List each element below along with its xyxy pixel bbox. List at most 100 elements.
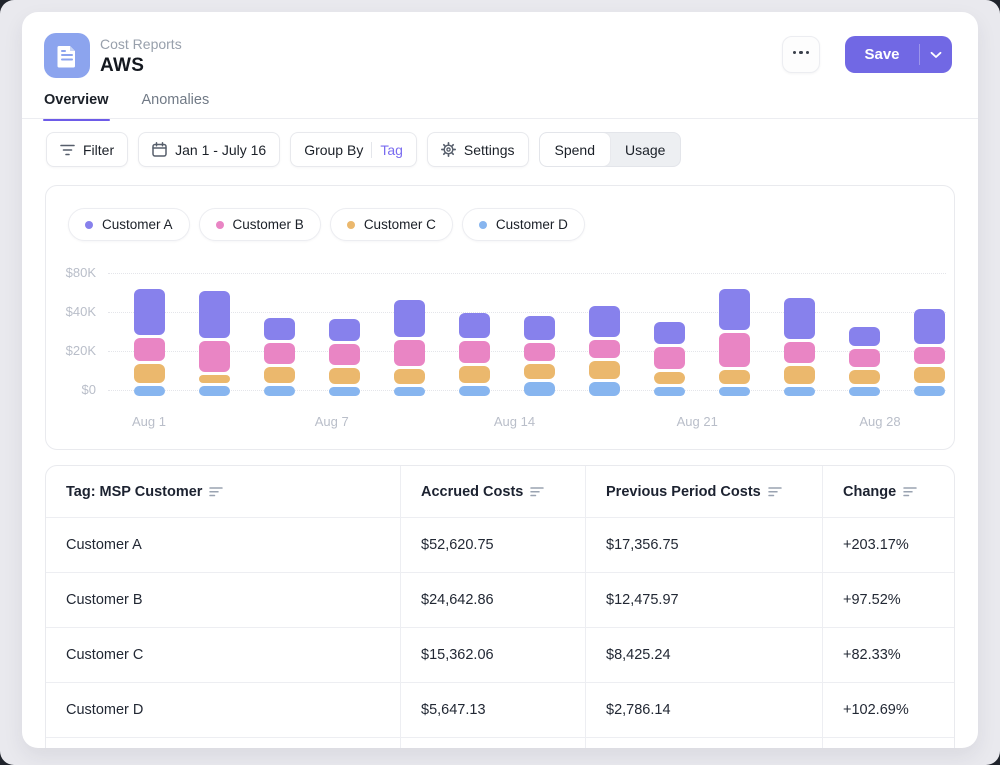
app-card: Cost Reports AWS Save OverviewAnomalies <box>22 12 978 748</box>
y-axis-label: $40K <box>46 304 96 319</box>
table-cell: $12,475.97 <box>586 573 823 627</box>
bar-segment-customer-d <box>199 386 230 396</box>
sort-icon[interactable] <box>209 486 223 497</box>
bar-segment-customer-d <box>264 386 295 396</box>
bar-segment-customer-c <box>719 370 750 384</box>
gridline <box>108 312 946 313</box>
table-cell: $5,647.13 <box>401 683 586 737</box>
bar-segment-customer-c <box>394 369 425 384</box>
table-cell: $8,425.24 <box>586 628 823 682</box>
bar-segment-customer-a <box>914 309 945 344</box>
bar-segment-customer-b <box>199 341 230 372</box>
column-header-label: Accrued Costs <box>421 484 523 500</box>
table-row-partial <box>46 737 954 748</box>
bar-segment-customer-a <box>394 300 425 337</box>
toggle-option-usage[interactable]: Usage <box>610 133 680 166</box>
bar-segment-customer-d <box>654 387 685 396</box>
table-cell: Customer B <box>46 573 401 627</box>
date-range-button[interactable]: Jan 1 - July 16 <box>138 132 280 167</box>
bar-segment-customer-c <box>524 364 555 380</box>
table-cell: Customer D <box>46 683 401 737</box>
sort-icon[interactable] <box>530 486 544 497</box>
page-background: Cost Reports AWS Save OverviewAnomalies <box>0 0 1000 765</box>
column-header-1[interactable]: Tag: MSP Customer <box>46 466 401 517</box>
bar-segment-customer-b <box>524 343 555 361</box>
column-header-2[interactable]: Accrued Costs <box>401 466 586 517</box>
bar-segment-customer-c <box>589 361 620 380</box>
bar-segment-customer-c <box>654 372 685 384</box>
bar-segment-customer-d <box>329 387 360 396</box>
legend-dot <box>347 221 355 229</box>
tab-overview[interactable]: Overview <box>43 92 110 120</box>
legend-pill-customer-d[interactable]: Customer D <box>462 208 585 241</box>
table-cell: $2,786.14 <box>586 683 823 737</box>
bar-segment-customer-c <box>849 370 880 384</box>
filter-button[interactable]: Filter <box>46 132 128 167</box>
group-by-button[interactable]: Group By Tag <box>290 132 417 167</box>
bar-segment-customer-d <box>524 382 555 396</box>
chart-legend: Customer A Customer B Customer C Customer D <box>68 208 585 241</box>
column-header-label: Change <box>843 484 896 500</box>
settings-button[interactable]: Settings <box>427 132 529 167</box>
bar-segment-customer-b <box>849 349 880 367</box>
bar-segment-customer-a <box>524 316 555 340</box>
x-axis-label: Aug 21 <box>662 414 732 429</box>
table-cell: +203.17% <box>823 518 955 572</box>
bar-segment-customer-a <box>784 298 815 339</box>
bar-segment-customer-a <box>654 322 685 343</box>
bar-segment-customer-b <box>394 340 425 366</box>
x-axis-label: Aug 28 <box>845 414 915 429</box>
bar-segment-customer-b <box>459 341 490 362</box>
bar-segment-customer-c <box>914 367 945 384</box>
legend-pill-customer-c[interactable]: Customer C <box>330 208 453 241</box>
bar-segment-customer-b <box>654 347 685 369</box>
column-header-label: Tag: MSP Customer <box>66 484 202 500</box>
document-icon <box>44 33 90 78</box>
table-cell: +102.69% <box>823 683 955 737</box>
legend-label: Customer D <box>496 217 568 232</box>
chevron-down-icon <box>930 51 942 59</box>
sort-icon[interactable] <box>903 486 917 497</box>
bar-segment-customer-d <box>134 386 165 396</box>
save-dropdown-button[interactable] <box>920 51 952 59</box>
bar-segment-customer-d <box>589 382 620 396</box>
tab-anomalies[interactable]: Anomalies <box>141 92 211 120</box>
y-axis-label: $20K <box>46 343 96 358</box>
bar-segment-customer-b <box>589 340 620 358</box>
chart-card: Customer A Customer B Customer C Customer D… <box>45 185 955 450</box>
bar-segment-customer-d <box>394 387 425 396</box>
calendar-icon <box>152 142 167 157</box>
cost-table: Tag: MSP Customer Accrued Costs Previous P… <box>45 465 955 748</box>
save-split-button[interactable]: Save <box>845 36 952 73</box>
toggle-option-spend[interactable]: Spend <box>540 133 610 166</box>
spend-usage-toggle: SpendUsage <box>539 132 682 167</box>
group-by-value[interactable]: Tag <box>380 142 403 158</box>
bar-segment-customer-b <box>914 347 945 364</box>
table-cell: $52,620.75 <box>401 518 586 572</box>
column-header-3[interactable]: Previous Period Costs <box>586 466 823 517</box>
group-by-divider <box>371 142 372 158</box>
legend-pill-customer-b[interactable]: Customer B <box>199 208 321 241</box>
bar-segment-customer-c <box>329 368 360 384</box>
sort-icon[interactable] <box>768 486 782 497</box>
legend-label: Customer A <box>102 217 173 232</box>
gridline <box>108 273 946 274</box>
bar-segment-customer-c <box>134 364 165 384</box>
table-cell: Customer A <box>46 518 401 572</box>
page-title: AWS <box>100 55 144 77</box>
bar-segment-customer-c <box>199 375 230 383</box>
legend-pill-customer-a[interactable]: Customer A <box>68 208 190 241</box>
x-axis-label: Aug 7 <box>297 414 367 429</box>
table-cell: $17,356.75 <box>586 518 823 572</box>
save-button[interactable]: Save <box>845 46 919 63</box>
bar-segment-customer-d <box>459 386 490 396</box>
bar-segment-customer-a <box>459 313 490 338</box>
bar-segment-customer-a <box>849 327 880 347</box>
bar-segment-customer-c <box>459 366 490 384</box>
filter-icon <box>60 144 75 156</box>
bar-segment-customer-a <box>329 319 360 340</box>
bar-segment-customer-b <box>264 343 295 363</box>
more-button[interactable] <box>782 36 820 73</box>
bar-segment-customer-b <box>784 342 815 363</box>
column-header-4[interactable]: Change <box>823 466 955 517</box>
